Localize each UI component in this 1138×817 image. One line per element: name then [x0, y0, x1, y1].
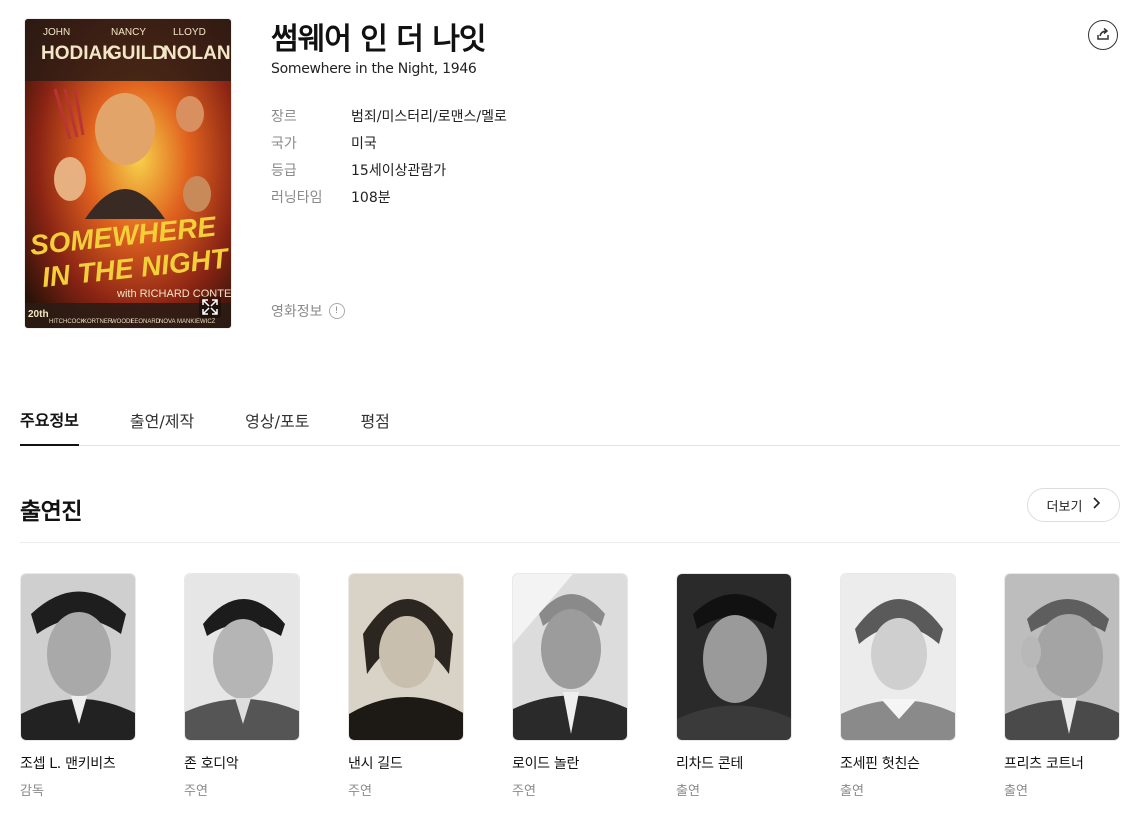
poster-credit-name-1: JOHN	[43, 27, 70, 38]
poster-credit-name-2: NANCY	[111, 27, 146, 38]
cast-card[interactable]: 프리츠 코트너 출연	[1004, 573, 1120, 799]
info-row-genre: 장르 범죄/미스터리/로맨스/멜로	[271, 102, 507, 129]
poster-image: JOHN NANCY LLOYD HODIAK GUILD NOLAN SOME…	[25, 19, 231, 328]
movie-title: 썸웨어 인 더 나잇	[271, 22, 487, 57]
cast-photo	[840, 573, 956, 741]
more-button[interactable]: 더보기	[1027, 488, 1120, 522]
poster-credit-surname-2: GUILD	[107, 43, 166, 64]
cast-name: 프리츠 코트너	[1004, 756, 1084, 772]
cast-photo	[1004, 573, 1120, 741]
share-button[interactable]	[1088, 20, 1118, 50]
info-icon: !	[328, 303, 345, 319]
cast-photo	[348, 573, 464, 741]
info-value: 15세이상관람가	[351, 162, 447, 179]
poster-studio: 20th	[28, 309, 49, 320]
cast-name: 조세핀 헛친슨	[840, 756, 920, 772]
cast-section-title: 출연진	[20, 499, 82, 525]
cast-photo	[512, 573, 628, 741]
poster-bottom-name-5: NOVA	[159, 319, 176, 325]
info-row-country: 국가 미국	[271, 129, 507, 156]
cast-role: 주연	[184, 784, 208, 799]
cast-name: 조셉 L. 맨키비츠	[20, 756, 116, 772]
expand-poster-button[interactable]	[197, 294, 223, 320]
tab-cast-crew[interactable]: 출연/제작	[130, 392, 194, 446]
tab-bar: 주요정보 출연/제작 영상/포토 평점	[20, 392, 1120, 446]
info-row-runtime: 러닝타임 108분	[271, 183, 507, 210]
tab-video-photo[interactable]: 영상/포토	[245, 392, 309, 446]
cast-list: 조셉 L. 맨키비츠 감독 존 호디악 주연 낸시 길드 주연 로이드 놀란 주…	[20, 573, 1130, 813]
info-label: 국가	[271, 135, 297, 152]
tab-main-info[interactable]: 주요정보	[20, 392, 79, 446]
movie-info-link-label: 영화정보	[271, 304, 323, 320]
cast-photo	[676, 573, 792, 741]
cast-card[interactable]: 존 호디악 주연	[184, 573, 300, 799]
more-button-label: 더보기	[1046, 499, 1083, 515]
movie-info-link[interactable]: 영화정보 !	[271, 301, 345, 321]
info-value: 미국	[351, 135, 377, 152]
movie-info-list: 장르 범죄/미스터리/로맨스/멜로 국가 미국 등급 15세이상관람가 러닝타임…	[271, 102, 507, 210]
poster-credit-surname-1: HODIAK	[41, 43, 116, 64]
poster-credit-name-3: LLOYD	[173, 27, 206, 38]
cast-card[interactable]: 낸시 길드 주연	[348, 573, 464, 799]
movie-subtitle: Somewhere in the Night, 1946	[271, 61, 477, 77]
info-label: 러닝타임	[271, 189, 323, 206]
movie-poster[interactable]: JOHN NANCY LLOYD HODIAK GUILD NOLAN SOME…	[24, 18, 232, 329]
cast-name: 낸시 길드	[348, 756, 403, 772]
poster-bottom-name-2: KORTNER	[83, 319, 113, 325]
cast-role: 출연	[1004, 784, 1028, 799]
info-value: 108분	[351, 189, 391, 206]
cast-photo	[184, 573, 300, 741]
cast-role: 출연	[840, 784, 864, 799]
section-divider	[20, 542, 1120, 543]
poster-credit-surname-3: NOLAN	[163, 43, 231, 64]
tab-reviews[interactable]: 평점	[360, 392, 389, 446]
cast-photo	[20, 573, 136, 741]
info-label: 등급	[271, 162, 297, 179]
cast-name: 리차드 콘테	[676, 756, 744, 772]
cast-card[interactable]: 로이드 놀란 주연	[512, 573, 628, 799]
info-label: 장르	[271, 108, 297, 125]
poster-bottom-name-1: HITCHCOCK	[49, 319, 85, 325]
poster-bottom-name-4: LEONARD	[131, 319, 161, 325]
cast-card[interactable]: 조셉 L. 맨키비츠 감독	[20, 573, 136, 799]
info-row-rating: 등급 15세이상관람가	[271, 156, 507, 183]
cast-card[interactable]: 조세핀 헛친슨 출연	[840, 573, 956, 799]
cast-role: 주연	[348, 784, 372, 799]
expand-icon	[199, 296, 221, 318]
cast-role: 주연	[512, 784, 536, 799]
cast-card[interactable]: 리차드 콘테 출연	[676, 573, 792, 799]
cast-name: 존 호디악	[184, 756, 239, 772]
cast-name: 로이드 놀란	[512, 756, 580, 772]
cast-role: 감독	[20, 784, 44, 799]
poster-figure-face	[95, 93, 155, 165]
chevron-right-icon	[1092, 497, 1101, 513]
info-value: 범죄/미스터리/로맨스/멜로	[351, 108, 507, 125]
cast-role: 출연	[676, 784, 700, 799]
share-icon	[1096, 26, 1110, 45]
